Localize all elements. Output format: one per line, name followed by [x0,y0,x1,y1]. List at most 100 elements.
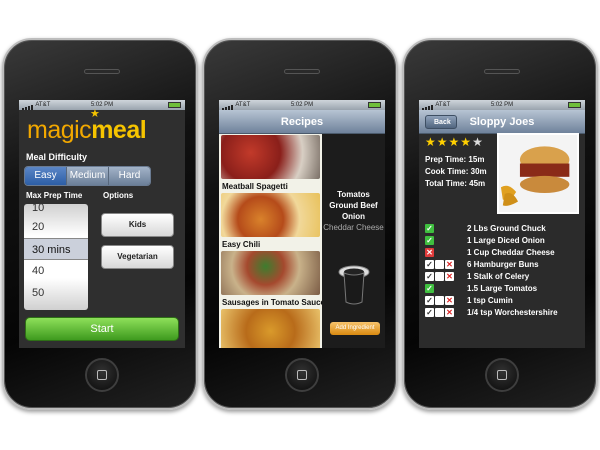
x-icon[interactable]: ✕ [445,272,454,282]
home-square-icon [297,370,307,380]
screen-recipe-detail: AT&T 5:02 PM Back Sloppy Joes ★★★★★ Prep… [419,100,585,348]
check-icon[interactable]: ✓ [425,236,434,246]
status-bar: AT&T 5:02 PM [419,100,585,110]
ingredient-name: 6 Hamburger Buns [467,260,539,269]
ingredient-name: 2 Lbs Ground Chuck [467,224,546,233]
add-ingredient-button[interactable]: Add Ingredient [330,322,380,335]
phone-magicmeal-home: AT&T 5:02 PM magicmeal ★ Meal Difficulty… [2,38,198,410]
app-logo: magicmeal ★ [27,108,147,145]
total-time: Total Time: 45m [425,179,486,188]
status-time: 5:02 PM [290,102,314,108]
speaker [284,69,320,74]
recipe-name: Easy Chili [222,240,261,249]
ingredient-name: 1 Cup Cheddar Cheese [467,248,555,257]
recipe-photo [221,135,320,179]
star-icon: ★ [425,135,437,149]
speaker [484,69,520,74]
home-button[interactable] [285,358,319,392]
check-icon[interactable]: ✓ [425,284,434,294]
ingredient-row[interactable]: ✓ ✕ 1/4 tsp Worchestershire [425,308,558,318]
star-empty-icon: ★ [472,135,484,149]
battery-icon [168,102,181,108]
logo-magic: magic [27,116,92,144]
difficulty-medium[interactable]: Medium [67,167,109,185]
prep-time: Prep Time: 15m [425,155,485,164]
status-time: 5:02 PM [90,102,114,108]
ingredient-row[interactable]: ✓ 1 Large Diced Onion [425,236,545,246]
ingredient-name: 1 Large Diced Onion [467,236,545,245]
home-square-icon [497,370,507,380]
recipe-photo [497,133,579,214]
picker-item-selected[interactable]: 30 mins [24,238,88,260]
check-icon[interactable]: ✓ [425,260,434,270]
ingredient-row[interactable]: ✓ ✕ 1 Stalk of Celery [425,272,529,282]
prep-time-picker[interactable]: 10 20 30 mins 40 50 [24,204,88,310]
home-button[interactable] [485,358,519,392]
star-icon: ★ [448,135,461,149]
picker-item[interactable]: 20 [24,216,88,238]
ingredient-name: 1.5 Large Tomatos [467,284,538,293]
screen-recipes: AT&T 5:02 PM Recipes Meatball Spagetti E… [219,100,385,348]
empty-box-icon[interactable] [435,308,444,318]
check-icon[interactable]: ✓ [425,308,434,318]
picker-item[interactable]: 50 [24,282,88,304]
recipe-card[interactable]: Sausages in Tomato Sauce [219,250,322,308]
ingredient-row[interactable]: ✓ ✕ 1 tsp Cumin [425,296,513,306]
check-icon[interactable]: ✓ [425,296,434,306]
ingredient-row[interactable]: ✓ 2 Lbs Ground Chuck [425,224,546,234]
max-prep-time-label: Max Prep Time [26,191,83,200]
ingredient-name: 1 Stalk of Celery [467,272,530,281]
ingredient-item: Onion [341,212,366,221]
difficulty-easy[interactable]: Easy [25,167,67,185]
empty-box-icon[interactable] [435,260,444,270]
x-icon[interactable]: ✕ [445,296,454,306]
logo-star-icon: ★ [90,108,100,120]
ingredient-item: Cheddar Cheese [323,223,384,232]
vegetarian-option-button[interactable]: Vegetarian [101,245,174,269]
x-icon[interactable]: ✕ [445,308,454,318]
recipe-photo [221,251,320,295]
recipe-name: Sausages in Tomato Sauce [222,298,322,307]
status-bar: AT&T 5:02 PM [19,100,185,110]
recipe-list[interactable]: Meatball Spagetti Easy Chili Sausages in… [219,134,322,348]
start-button[interactable]: Start [25,317,179,341]
ingredient-item: Tomatos [337,190,370,199]
kids-option-button[interactable]: Kids [101,213,174,237]
rating-stars[interactable]: ★★★★★ [425,135,484,149]
recipe-card[interactable] [219,308,322,348]
ingredient-row[interactable]: ✓ ✕ 6 Hamburger Buns [425,260,539,270]
check-icon[interactable]: ✓ [425,224,434,234]
back-button[interactable]: Back [425,115,457,129]
recipe-title: Sloppy Joes [469,116,535,128]
x-icon[interactable]: ✕ [425,248,434,258]
check-icon[interactable]: ✓ [425,272,434,282]
recipe-name: Meatball Spagetti [222,182,288,191]
cook-time: Cook Time: 30m [425,167,487,176]
recipe-photo [221,309,320,348]
battery-icon [368,102,381,108]
picker-item[interactable]: 40 [24,260,88,282]
status-bar: AT&T 5:02 PM [219,100,385,110]
ingredient-row[interactable]: ✓ 1.5 Large Tomatos [425,284,537,294]
home-square-icon [97,370,107,380]
speaker [84,69,120,74]
star-icon: ★ [436,135,449,149]
phone-recipe-detail: AT&T 5:02 PM Back Sloppy Joes ★★★★★ Prep… [402,38,598,410]
picker-item[interactable]: 10 [24,204,88,216]
difficulty-segmented-control[interactable]: Easy Medium Hard [24,166,151,186]
magic-hat-icon [338,265,370,305]
options-label: Options [103,191,134,200]
home-button[interactable] [85,358,119,392]
recipe-card[interactable]: Meatball Spagetti [219,134,322,192]
empty-box-icon[interactable] [435,296,444,306]
x-icon[interactable]: ✕ [445,260,454,270]
nav-bar: Back Sloppy Joes [419,110,585,134]
status-time: 5:02 PM [490,102,514,108]
ingredient-item: Ground Beef [329,201,378,210]
difficulty-hard[interactable]: Hard [109,167,150,185]
empty-box-icon[interactable] [435,272,444,282]
recipe-card[interactable]: Easy Chili [219,192,322,250]
star-icon: ★ [460,135,473,149]
ingredient-row[interactable]: ✕ 1 Cup Cheddar Cheese [425,248,555,258]
screen-magicmeal: AT&T 5:02 PM magicmeal ★ Meal Difficulty… [19,100,185,348]
